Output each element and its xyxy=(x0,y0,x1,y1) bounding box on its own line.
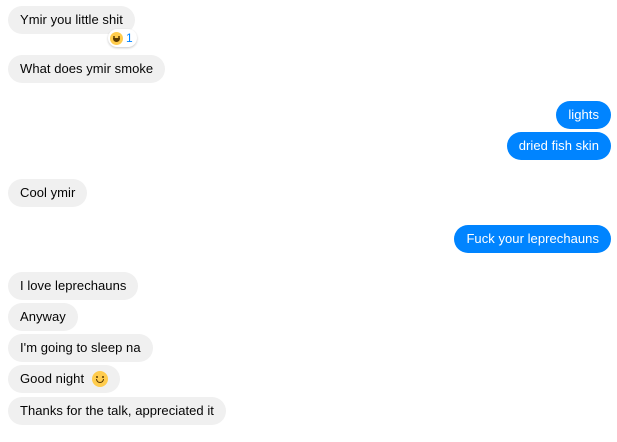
laughing-face-icon xyxy=(110,31,123,45)
message-text: Good night xyxy=(20,371,85,386)
message-bubble-outgoing[interactable]: dried fish skin xyxy=(506,132,611,160)
message-bubble-incoming[interactable]: I love leprechauns xyxy=(8,272,139,300)
reaction-badge[interactable]: 1 xyxy=(108,29,137,47)
message-text: Fuck your leprechauns xyxy=(466,231,599,246)
message-text: I'm going to sleep na xyxy=(20,340,141,355)
message-text: dried fish skin xyxy=(518,138,599,153)
message-text: lights xyxy=(568,107,599,122)
message-bubble-incoming[interactable]: I'm going to sleep na xyxy=(8,334,153,362)
message-text: Ymir you little shit xyxy=(20,12,123,27)
message-bubble-incoming[interactable]: Anyway xyxy=(8,303,78,331)
message-bubble-outgoing[interactable]: Fuck your leprechauns xyxy=(454,225,611,253)
message-text: What does ymir smoke xyxy=(20,61,154,76)
message-bubble-incoming[interactable]: Good night xyxy=(8,365,120,393)
message-text: Cool ymir xyxy=(20,185,76,200)
reaction-count: 1 xyxy=(126,31,133,45)
message-text: Anyway xyxy=(20,309,66,324)
message-bubble-incoming[interactable]: What does ymir smoke xyxy=(8,55,166,83)
message-bubble-incoming[interactable]: Cool ymir xyxy=(8,179,88,207)
message-text: I love leprechauns xyxy=(20,278,127,293)
message-bubble-outgoing[interactable]: lights xyxy=(556,101,611,129)
slightly-smiling-face-icon xyxy=(91,370,108,387)
message-text: Thanks for the talk, appreciated it xyxy=(20,403,214,418)
message-bubble-incoming[interactable]: Thanks for the talk, appreciated it xyxy=(8,397,226,425)
